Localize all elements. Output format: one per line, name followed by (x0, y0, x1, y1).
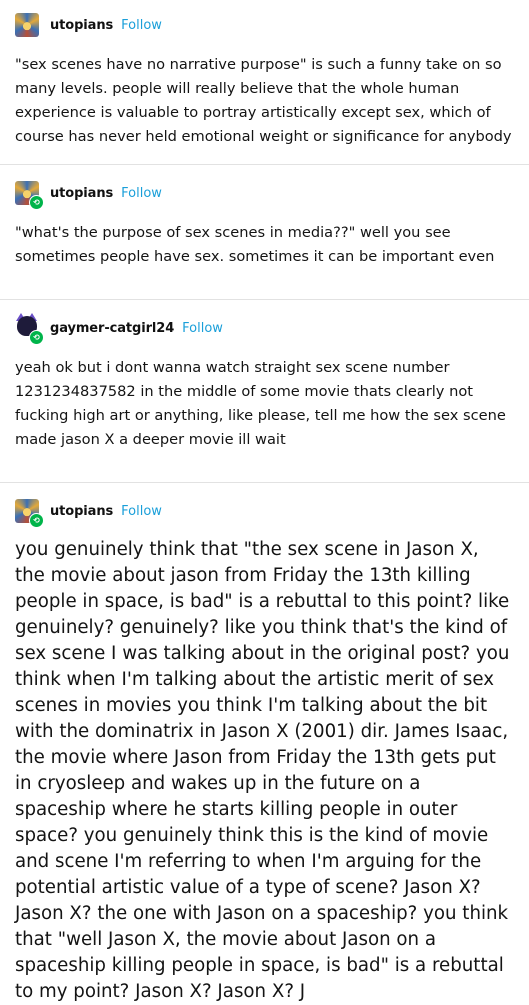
avatar[interactable] (15, 13, 39, 37)
reblog-entry: ⟲ utopians Follow you genuinely think th… (0, 499, 529, 1005)
post-header: ⟲ utopians Follow (15, 181, 514, 210)
reblog-icon: ⟲ (29, 195, 44, 210)
username[interactable]: gaymer-catgirl24 (50, 321, 174, 336)
username[interactable]: utopians (50, 18, 113, 33)
post-body: you genuinely think that "the sex scene … (15, 537, 514, 1005)
reblog-entry: ⟲ utopians Follow "what's the purpose of… (0, 181, 529, 300)
follow-button[interactable]: Follow (121, 18, 162, 33)
reblog-icon: ⟲ (29, 330, 44, 345)
post-header: utopians Follow (15, 13, 514, 37)
reblog-entry: utopians Follow "sex scenes have no narr… (0, 0, 529, 165)
post-body: "what's the purpose of sex scenes in med… (15, 221, 514, 269)
avatar[interactable]: ⟲ (15, 313, 44, 345)
reblog-icon: ⟲ (29, 513, 44, 528)
username[interactable]: utopians (50, 186, 113, 201)
post-text: "what's the purpose of sex scenes in med… (15, 224, 495, 265)
avatar[interactable]: ⟲ (15, 499, 44, 528)
post-body: yeah ok but i dont wanna watch straight … (15, 356, 514, 452)
avatar[interactable]: ⟲ (15, 181, 44, 210)
post-text: yeah ok but i dont wanna watch straight … (15, 359, 506, 448)
post-body: "sex scenes have no narrative purpose" i… (15, 53, 514, 149)
post-header: ⟲ utopians Follow (15, 499, 514, 528)
follow-button[interactable]: Follow (121, 186, 162, 201)
follow-button[interactable]: Follow (182, 321, 223, 336)
username[interactable]: utopians (50, 504, 113, 519)
post-text: "sex scenes have no narrative purpose" i… (15, 56, 512, 145)
reblog-entry: ⟲ gaymer-catgirl24 Follow yeah ok but i … (0, 313, 529, 483)
follow-button[interactable]: Follow (121, 504, 162, 519)
post-text: you genuinely think that "the sex scene … (15, 539, 510, 1002)
post-header: ⟲ gaymer-catgirl24 Follow (15, 313, 514, 345)
